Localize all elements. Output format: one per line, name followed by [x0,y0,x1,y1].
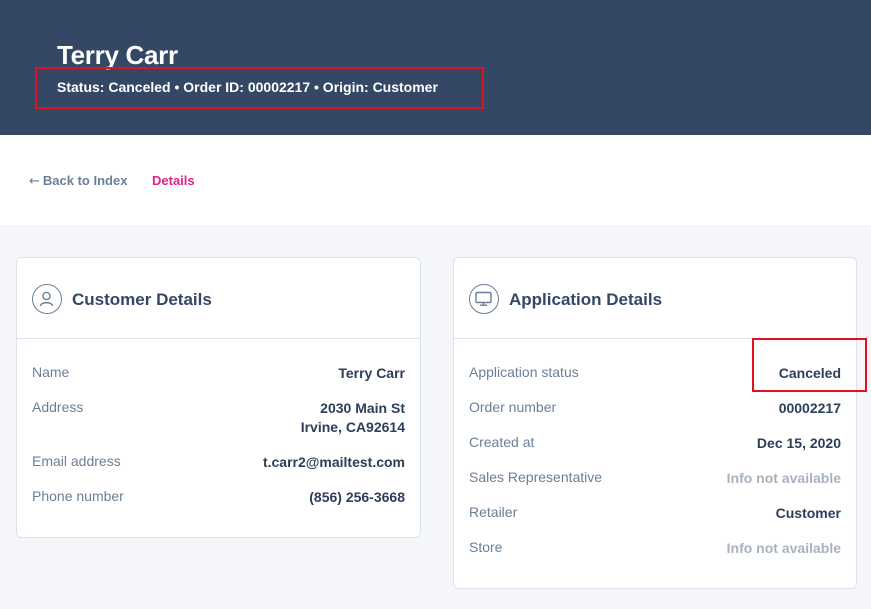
field-label: Address [32,399,84,415]
field-value: Terry Carr [338,365,405,381]
field-label: Email address [32,453,121,469]
field-value: Dec 15, 2020 [756,435,841,451]
field-value-address: 2030 Main St Irvine, CA92614 [301,399,405,437]
annotation-highlight-summary [35,67,484,109]
user-icon [32,284,62,314]
field-label: Name [32,364,70,380]
field-label: Phone number [32,488,124,504]
field-label: Sales Representative [469,469,603,485]
back-to-index-label: Back to Index [42,173,128,188]
field-value: Customer [775,505,841,521]
field-label: Retailer [469,504,518,520]
field-value-unavailable: Info not available [726,470,841,486]
annotation-highlight-status [752,338,867,392]
monitor-icon [469,284,499,314]
customer-card-title: Customer Details [72,290,212,309]
field-value: t.carr2@mailtest.com [262,454,405,470]
arrow-left-icon: ← [29,174,40,189]
field-label: Application status [469,364,579,380]
back-to-index-link[interactable]: ← Back to Index [29,173,127,189]
field-value: (856) 256-3668 [309,489,405,505]
customer-details-card: Customer Details Name Terry Carr Address… [16,257,421,538]
field-value-unavailable: Info not available [726,540,841,556]
field-value: 00002217 [778,400,841,416]
application-card-title: Application Details [509,290,663,309]
address-line-1: 2030 Main St [320,400,405,416]
application-card-header: Application Details [454,258,856,339]
subnav-bar: ← Back to Index Details [0,135,871,225]
address-line-2: Irvine, CA92614 [300,419,405,435]
details-tab[interactable]: Details [152,173,195,188]
application-details-card: Application Details Application status C… [453,257,857,589]
field-label: Order number [469,399,557,415]
field-label: Store [469,539,503,555]
customer-card-header: Customer Details [17,258,420,339]
field-label: Created at [469,434,535,450]
